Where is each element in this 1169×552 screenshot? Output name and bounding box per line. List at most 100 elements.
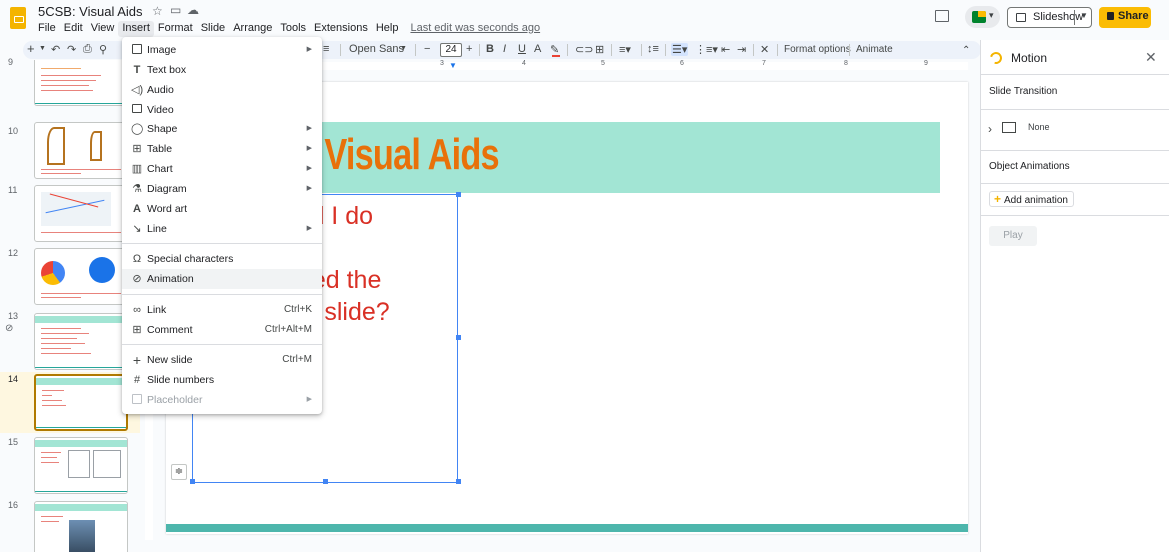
- collapse-toolbar-icon[interactable]: ⌃: [962, 45, 970, 56]
- toolbar-divider: [777, 44, 778, 56]
- font-dropdown-icon[interactable]: ▼: [400, 45, 407, 52]
- resize-handle[interactable]: [456, 335, 461, 340]
- slideshow-dropdown-icon[interactable]: ▼: [1080, 11, 1088, 20]
- menu-edit[interactable]: Edit: [60, 21, 87, 37]
- resize-handle[interactable]: [456, 479, 461, 484]
- menu-item-image[interactable]: Image ▶: [122, 40, 322, 60]
- thumb-line: [41, 353, 91, 354]
- motion-icon: [987, 49, 1005, 67]
- menu-tools[interactable]: Tools: [276, 21, 310, 37]
- menu-insert[interactable]: Insert: [118, 21, 154, 37]
- menu-item-audio[interactable]: ◁) Audio: [122, 80, 322, 100]
- menu-item-video[interactable]: Video: [122, 100, 322, 120]
- slides-logo-icon[interactable]: [10, 7, 26, 29]
- comment-icon[interactable]: ⊞: [595, 43, 604, 56]
- panel-divider: [981, 109, 1169, 110]
- menu-divider: [122, 243, 322, 244]
- slideshow-button[interactable]: Slideshow ▼: [1007, 7, 1092, 28]
- link-icon[interactable]: ⊂⊃: [575, 43, 593, 56]
- menu-arrange[interactable]: Arrange: [229, 21, 276, 37]
- clear-formatting-icon[interactable]: ✕: [760, 43, 769, 56]
- lock-icon: [1107, 12, 1114, 20]
- menu-file[interactable]: File: [34, 21, 60, 37]
- cloud-status-icon[interactable]: ☁: [187, 3, 199, 17]
- menu-item-placeholder[interactable]: Placeholder ▶: [122, 390, 322, 410]
- menu-format[interactable]: Format: [154, 21, 197, 37]
- audio-icon: ◁): [131, 84, 144, 96]
- star-icon[interactable]: ☆: [152, 4, 163, 18]
- slide-thumbnail[interactable]: [34, 313, 128, 370]
- menu-item-diagram[interactable]: ⚗ Diagram ▶: [122, 179, 322, 199]
- share-button[interactable]: Share: [1099, 7, 1151, 28]
- slide-thumbnail-selected[interactable]: [34, 374, 128, 431]
- menu-slide[interactable]: Slide: [197, 21, 229, 37]
- undo-icon[interactable]: ↶: [51, 43, 60, 56]
- resize-handle[interactable]: [323, 479, 328, 484]
- font-select[interactable]: Open Sans: [349, 43, 404, 55]
- print-icon[interactable]: ⎙: [83, 43, 92, 56]
- align-text-icon[interactable]: ≡▾: [619, 43, 631, 56]
- slide-thumbnail[interactable]: [34, 501, 128, 552]
- increase-font-icon[interactable]: +: [466, 43, 472, 55]
- add-animation-label: Add animation: [1004, 195, 1068, 206]
- animate-button[interactable]: Animate: [856, 44, 893, 55]
- spacing-icon[interactable]: ≑: [171, 464, 187, 480]
- redo-icon[interactable]: ↷: [67, 43, 76, 56]
- comments-icon[interactable]: [935, 10, 949, 22]
- numbered-list-icon[interactable]: ⋮≡▾: [695, 43, 718, 56]
- decrease-indent-icon[interactable]: ⇤: [721, 43, 730, 56]
- menu-extensions[interactable]: Extensions: [310, 21, 372, 37]
- menu-item-comment[interactable]: ⊞ Comment Ctrl+Alt+M: [122, 320, 322, 340]
- shape-icon: ◯: [131, 123, 144, 135]
- last-edit-link[interactable]: Last edit was seconds ago: [406, 21, 544, 37]
- italic-icon[interactable]: I: [503, 43, 506, 55]
- menu-item-slide-numbers[interactable]: # Slide numbers: [122, 370, 322, 390]
- slide-thumbnail[interactable]: [34, 60, 128, 106]
- slide-thumbnail[interactable]: [34, 248, 128, 305]
- format-options-button[interactable]: Format options: [784, 44, 851, 55]
- bulleted-list-icon[interactable]: ☰▾: [671, 43, 689, 56]
- menu-item-link[interactable]: ∞ Link Ctrl+K: [122, 300, 322, 320]
- underline-icon[interactable]: U: [518, 43, 526, 55]
- transition-value[interactable]: None: [1028, 122, 1050, 132]
- menu-help[interactable]: Help: [372, 21, 403, 37]
- resize-handle[interactable]: [456, 192, 461, 197]
- highlight-icon[interactable]: ✎: [550, 43, 559, 56]
- chevron-right-icon[interactable]: ›: [988, 122, 992, 136]
- submenu-arrow-icon: ▶: [306, 165, 312, 172]
- ruler-indent-marker[interactable]: ▼: [449, 61, 457, 70]
- increase-indent-icon[interactable]: ⇥: [737, 43, 746, 56]
- transition-preview-icon[interactable]: [1002, 122, 1016, 133]
- menu-item-text-box[interactable]: T Text box: [122, 60, 322, 80]
- folder-icon[interactable]: ▭: [170, 3, 181, 17]
- slide-thumbnail[interactable]: [34, 437, 128, 494]
- document-title[interactable]: 5CSB: Visual Aids: [38, 4, 143, 19]
- new-slide-dropdown-icon[interactable]: ▼: [39, 45, 46, 52]
- font-size-input[interactable]: 24: [440, 43, 462, 57]
- menu-item-shape[interactable]: ◯ Shape ▶: [122, 119, 322, 139]
- play-button[interactable]: Play: [989, 226, 1037, 246]
- close-icon[interactable]: ✕: [1145, 49, 1157, 66]
- slide-thumbnail[interactable]: [34, 122, 128, 179]
- meet-button[interactable]: ▾: [965, 6, 1000, 28]
- menu-item-chart[interactable]: ▥ Chart ▶: [122, 159, 322, 179]
- slide-title[interactable]: r Visual Aids: [303, 130, 500, 180]
- slide-thumbnail[interactable]: [34, 185, 128, 242]
- new-slide-icon[interactable]: +: [27, 41, 35, 56]
- menu-item-special-characters[interactable]: Ω Special characters: [122, 249, 322, 269]
- pie-image: [41, 261, 65, 285]
- menu-item-word-art[interactable]: A Word art: [122, 199, 322, 219]
- bold-icon[interactable]: B: [486, 43, 494, 55]
- text-color-icon[interactable]: A: [534, 43, 541, 55]
- align-icon[interactable]: ≡: [323, 43, 329, 55]
- resize-handle[interactable]: [190, 479, 195, 484]
- menu-view[interactable]: View: [87, 21, 119, 37]
- add-animation-button[interactable]: + Add animation: [989, 191, 1074, 207]
- line-spacing-icon[interactable]: ↕≡: [647, 43, 659, 55]
- decrease-font-icon[interactable]: −: [424, 43, 430, 55]
- menu-item-table[interactable]: ⊞ Table ▶: [122, 139, 322, 159]
- menu-item-animation[interactable]: ⊘ Animation: [122, 269, 322, 289]
- menu-item-line[interactable]: ↘ Line ▶: [122, 219, 322, 239]
- paint-format-icon[interactable]: ⚲: [99, 43, 107, 56]
- menu-item-new-slide[interactable]: + New slide Ctrl+M: [122, 350, 322, 370]
